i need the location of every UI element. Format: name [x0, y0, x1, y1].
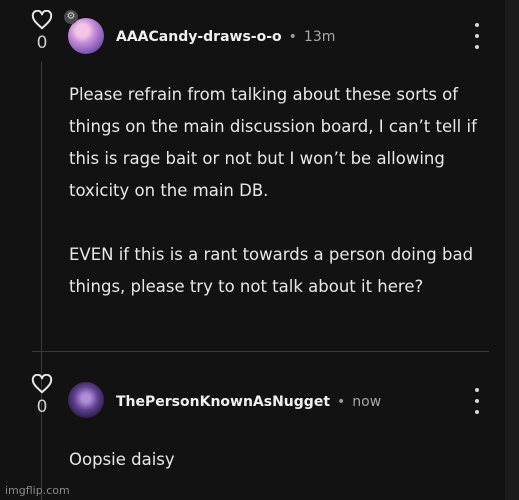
scrollbar[interactable]: [505, 0, 519, 500]
vote-count: 0: [36, 33, 48, 53]
comment-body: Please refrain from talking about these …: [69, 79, 494, 303]
vertical-ellipsis-icon[interactable]: [470, 388, 484, 414]
comment-header: AAACandy-draws-o-o • 13m: [116, 27, 335, 47]
vertical-ellipsis-icon[interactable]: [470, 23, 484, 49]
comment-header: ThePersonKnownAsNugget • now: [116, 392, 381, 412]
divider: [32, 351, 489, 352]
comments-panel: 0 ⚙ AAACandy-draws-o-o • 13m Please refrai…: [0, 0, 505, 500]
comment-paragraph: Oopsie daisy: [69, 450, 175, 469]
comment-body: Oopsie daisy: [69, 444, 494, 476]
timestamp: 13m: [303, 29, 336, 45]
timestamp: now: [352, 394, 382, 410]
gear-icon: ⚙: [64, 10, 78, 24]
avatar[interactable]: [68, 382, 104, 418]
username[interactable]: ThePersonKnownAsNugget: [116, 394, 330, 410]
comment-paragraph: EVEN if this is a rant towards a person …: [69, 245, 474, 296]
vote-count: 0: [36, 397, 48, 417]
heart-outline-icon[interactable]: [31, 10, 53, 30]
vote-control: 0: [28, 10, 56, 53]
vote-control: 0: [28, 374, 56, 417]
separator-dot: •: [337, 394, 346, 410]
comment-paragraph: Please refrain from talking about these …: [69, 85, 477, 200]
watermark: imgflip.com: [5, 484, 70, 497]
heart-outline-icon[interactable]: [31, 374, 53, 394]
comment: 0 ThePersonKnownAsNugget • now Oopsie dais…: [0, 360, 505, 500]
comment: 0 ⚙ AAACandy-draws-o-o • 13m Please refrai…: [0, 0, 505, 345]
username[interactable]: AAACandy-draws-o-o: [116, 29, 282, 45]
separator-dot: •: [288, 29, 297, 45]
